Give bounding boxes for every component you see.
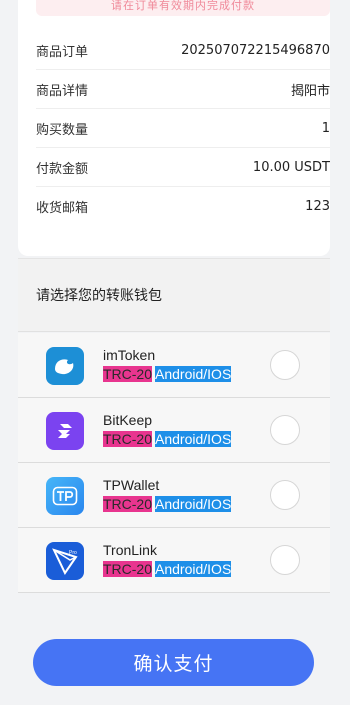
wallet-name: BitKeep <box>103 412 153 428</box>
bitkeep-icon <box>46 412 84 450</box>
wallet-section-title: 请选择您的转账钱包 <box>18 258 330 332</box>
wallet-radio[interactable] <box>270 415 300 445</box>
order-row-value: 10.00 USDT <box>252 159 330 175</box>
os-tag: Android/IOS <box>155 561 232 577</box>
wallet-option-bitkeep[interactable]: BitKeep TRC-20 Android/IOS <box>18 398 330 463</box>
svg-text:Pro: Pro <box>69 550 77 556</box>
wallet-radio[interactable] <box>270 350 300 380</box>
wallet-name: TPWallet <box>103 477 160 493</box>
order-row-id: 商品订单 202507072215496870 <box>36 31 330 70</box>
wallet-tags: TRC-20 Android/IOS <box>103 431 232 447</box>
order-header-note: 请在订单有效期内完成付款 <box>36 0 330 16</box>
wallet-option-tpwallet[interactable]: TPWallet TRC-20 Android/IOS <box>18 463 330 528</box>
wallet-radio[interactable] <box>270 480 300 510</box>
wallet-option-tronlink[interactable]: Pro TronLink TRC-20 Android/IOS <box>18 528 330 593</box>
os-tag: Android/IOS <box>155 496 232 512</box>
order-row-details: 商品详情 揭阳市 <box>36 70 330 109</box>
wallet-name: TronLink <box>103 542 157 558</box>
imtoken-icon <box>46 347 84 385</box>
wallet-section-title-text: 请选择您的转账钱包 <box>36 288 162 304</box>
os-tag: Android/IOS <box>155 431 232 447</box>
order-row-value: 123 <box>305 199 330 214</box>
order-row-label: 商品详情 <box>36 83 89 99</box>
tronlink-icon: Pro <box>46 542 84 580</box>
order-row-amount: 付款金额 10.00 USDT <box>36 148 330 187</box>
order-row-value: 揭阳市 <box>290 83 330 99</box>
order-card: 请在订单有效期内完成付款 商品订单 202507072215496870 商品详… <box>18 0 330 256</box>
wallet-tags: TRC-20 Android/IOS <box>103 366 232 382</box>
chain-tag: TRC-20 <box>103 561 153 577</box>
wallet-tags: TRC-20 Android/IOS <box>103 496 232 512</box>
wallet-list: imToken TRC-20 Android/IOS BitKeep TRC-20… <box>18 333 330 593</box>
order-row-value: 202507072215496870 <box>181 42 330 58</box>
chain-tag: TRC-20 <box>103 366 153 382</box>
wallet-name: imToken <box>103 347 156 363</box>
order-row-quantity: 购买数量 1 <box>36 109 330 148</box>
order-row-value: 1 <box>321 120 330 136</box>
os-tag: Android/IOS <box>155 366 232 382</box>
wallet-tags: TRC-20 Android/IOS <box>103 561 232 577</box>
confirm-payment-label: 确认支付 <box>133 653 214 675</box>
confirm-payment-button[interactable]: 确认支付 <box>33 639 314 686</box>
order-row-label: 购买数量 <box>36 122 89 138</box>
order-row-label: 商品订单 <box>36 44 89 60</box>
order-row-email: 收货邮箱 123 <box>36 187 330 226</box>
order-row-label: 付款金额 <box>36 161 89 177</box>
wallet-radio[interactable] <box>270 545 300 575</box>
wallet-option-imtoken[interactable]: imToken TRC-20 Android/IOS <box>18 333 330 398</box>
order-row-label: 收货邮箱 <box>36 201 89 216</box>
chain-tag: TRC-20 <box>103 496 153 512</box>
order-header-note-text: 请在订单有效期内完成付款 <box>111 0 255 12</box>
chain-tag: TRC-20 <box>103 431 153 447</box>
tpwallet-icon <box>46 477 84 515</box>
bottom-safe-area <box>0 705 350 711</box>
